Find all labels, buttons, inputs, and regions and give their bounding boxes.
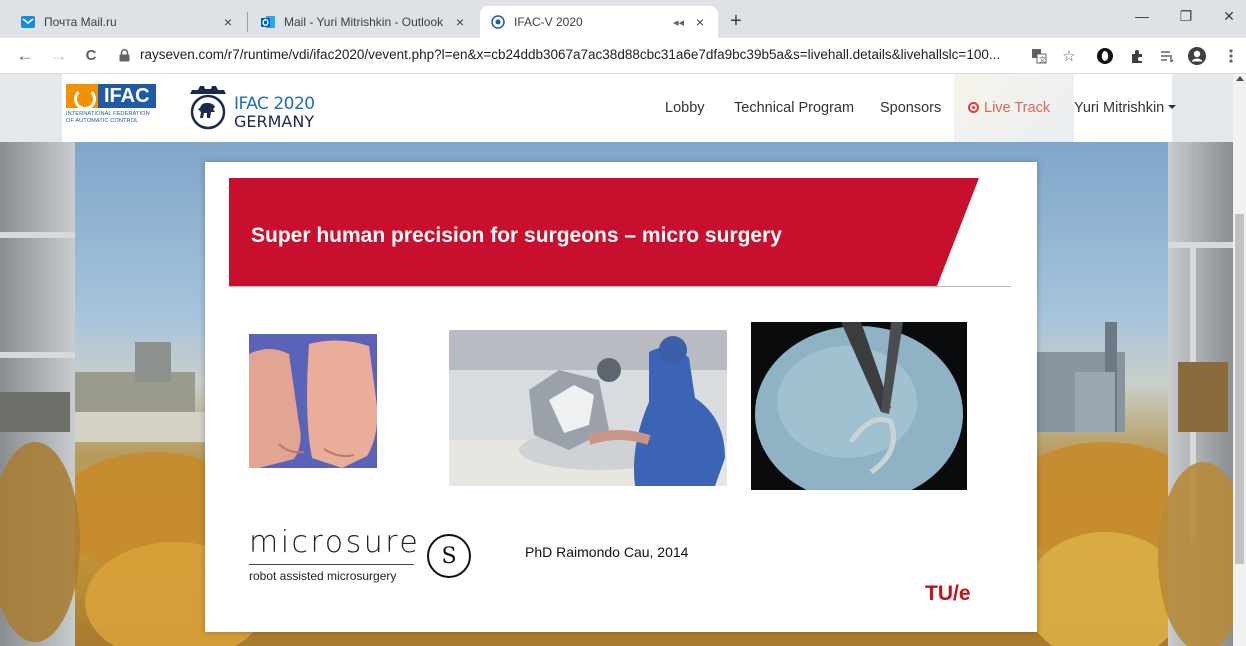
hall-wall-left [0, 142, 80, 646]
new-tab-button[interactable]: + [724, 10, 748, 32]
profile-icon[interactable] [1186, 44, 1208, 68]
opera-icon[interactable] [1094, 44, 1116, 68]
menu-icon[interactable] [1220, 44, 1242, 68]
microsure-s-logo-icon: S [427, 534, 471, 578]
tab-close-icon[interactable]: × [220, 14, 236, 30]
banner-divider [229, 286, 1011, 287]
mute-audio-icon[interactable]: ◂◂ [673, 16, 684, 29]
event-logo[interactable]: IFAC 2020 GERMANY [234, 94, 315, 131]
user-menu[interactable]: Yuri Mitrishkin [1074, 100, 1177, 116]
extensions-icon[interactable] [1126, 44, 1148, 68]
berlin-bear-icon [190, 86, 226, 130]
mail-icon [20, 14, 36, 30]
microsure-underline [249, 564, 414, 565]
presentation-slide: Super human precision for surgeons – mic… [205, 162, 1037, 632]
nav-technical-program[interactable]: Technical Program [734, 100, 854, 116]
ifac-logo[interactable]: IFAC INTERNATIONAL FEDERATION OF AUTOMAT… [66, 84, 174, 132]
bookmark-star-icon[interactable]: ☆ [1058, 44, 1080, 68]
close-window-icon[interactable]: ✕ [1219, 8, 1239, 25]
scrollbar-thumb[interactable] [1235, 214, 1244, 564]
nav-live-track-label: Live Track [984, 100, 1051, 116]
nav-sponsors[interactable]: Sponsors [880, 100, 941, 116]
microsure-tagline: robot assisted microsurgery [249, 569, 397, 583]
user-name: Yuri Mitrishkin [1074, 100, 1165, 116]
site-header: IFAC INTERNATIONAL FEDERATION OF AUTOMAT… [62, 74, 1177, 142]
caret-down-icon [1168, 105, 1177, 109]
microscope-suture-photo [751, 322, 967, 490]
page-scrollbar[interactable] [1233, 74, 1246, 646]
tab-close-icon[interactable]: × [692, 14, 708, 30]
back-button[interactable]: ← [14, 44, 36, 68]
tab-title: Mail - Yuri Mitrishkin - Outlook [284, 15, 444, 29]
ifac-icon [490, 14, 506, 30]
tab-title: IFAC-V 2020 [514, 15, 583, 29]
tab-outlook[interactable]: Mail - Yuri Mitrishkin - Outlook × [250, 6, 478, 38]
live-record-icon [968, 102, 979, 113]
ifac-subtitle-line1: INTERNATIONAL FEDERATION [66, 111, 150, 117]
translate-icon[interactable]: 文 [1028, 44, 1050, 68]
microsure-wordmark: microsure [249, 525, 421, 560]
forward-button[interactable]: → [48, 44, 70, 68]
ifac-wordmark: IFAC [98, 84, 156, 108]
tab-separator [247, 12, 248, 32]
tab-ifac[interactable]: IFAC-V 2020 ◂◂ × [480, 6, 718, 38]
svg-text:文: 文 [1039, 55, 1046, 64]
slide-author: PhD Raimondo Cau, 2014 [525, 544, 689, 560]
reading-list-icon[interactable] [1156, 44, 1178, 68]
microsure-brand: microsure robot assisted microsurgery [249, 528, 420, 583]
event-logo-country: GERMANY [234, 112, 315, 131]
reload-button[interactable]: C [80, 44, 102, 68]
minimize-icon[interactable]: — [1132, 8, 1152, 24]
tab-mail-ru[interactable]: Почта Mail.ru × [10, 6, 246, 38]
restore-icon[interactable]: ❐ [1176, 8, 1196, 25]
lymphedema-arms-photo [249, 334, 377, 468]
lock-icon[interactable] [119, 49, 130, 62]
tab-close-icon[interactable]: × [452, 14, 468, 30]
nav-lobby[interactable]: Lobby [665, 100, 705, 116]
event-logo-year: IFAC 2020 [234, 94, 315, 114]
slide-title: Super human precision for surgeons – mic… [251, 224, 782, 247]
scroll-up-icon[interactable] [1236, 76, 1244, 81]
tue-logo: TU/e [925, 582, 971, 605]
tab-title: Почта Mail.ru [44, 15, 117, 29]
web-page: IFAC INTERNATIONAL FEDERATION OF AUTOMAT… [0, 74, 1246, 646]
browser-tab-strip: Почта Mail.ru × Mail - Yuri Mitrishkin -… [0, 0, 1246, 38]
address-bar-url[interactable]: rayseven.com/r7/runtime/vdi/ifac2020/vev… [140, 47, 1020, 62]
ifac-mark-icon [66, 84, 98, 110]
nav-live-track[interactable]: Live Track [968, 100, 1050, 116]
ifac-subtitle-line2: OF AUTOMATIC CONTROL [66, 118, 139, 124]
surgeon-robot-photo [449, 330, 727, 486]
hall-wall-right [1158, 142, 1246, 646]
outlook-icon [260, 14, 276, 30]
browser-toolbar: ← → C rayseven.com/r7/runtime/vdi/ifac20… [0, 38, 1246, 74]
